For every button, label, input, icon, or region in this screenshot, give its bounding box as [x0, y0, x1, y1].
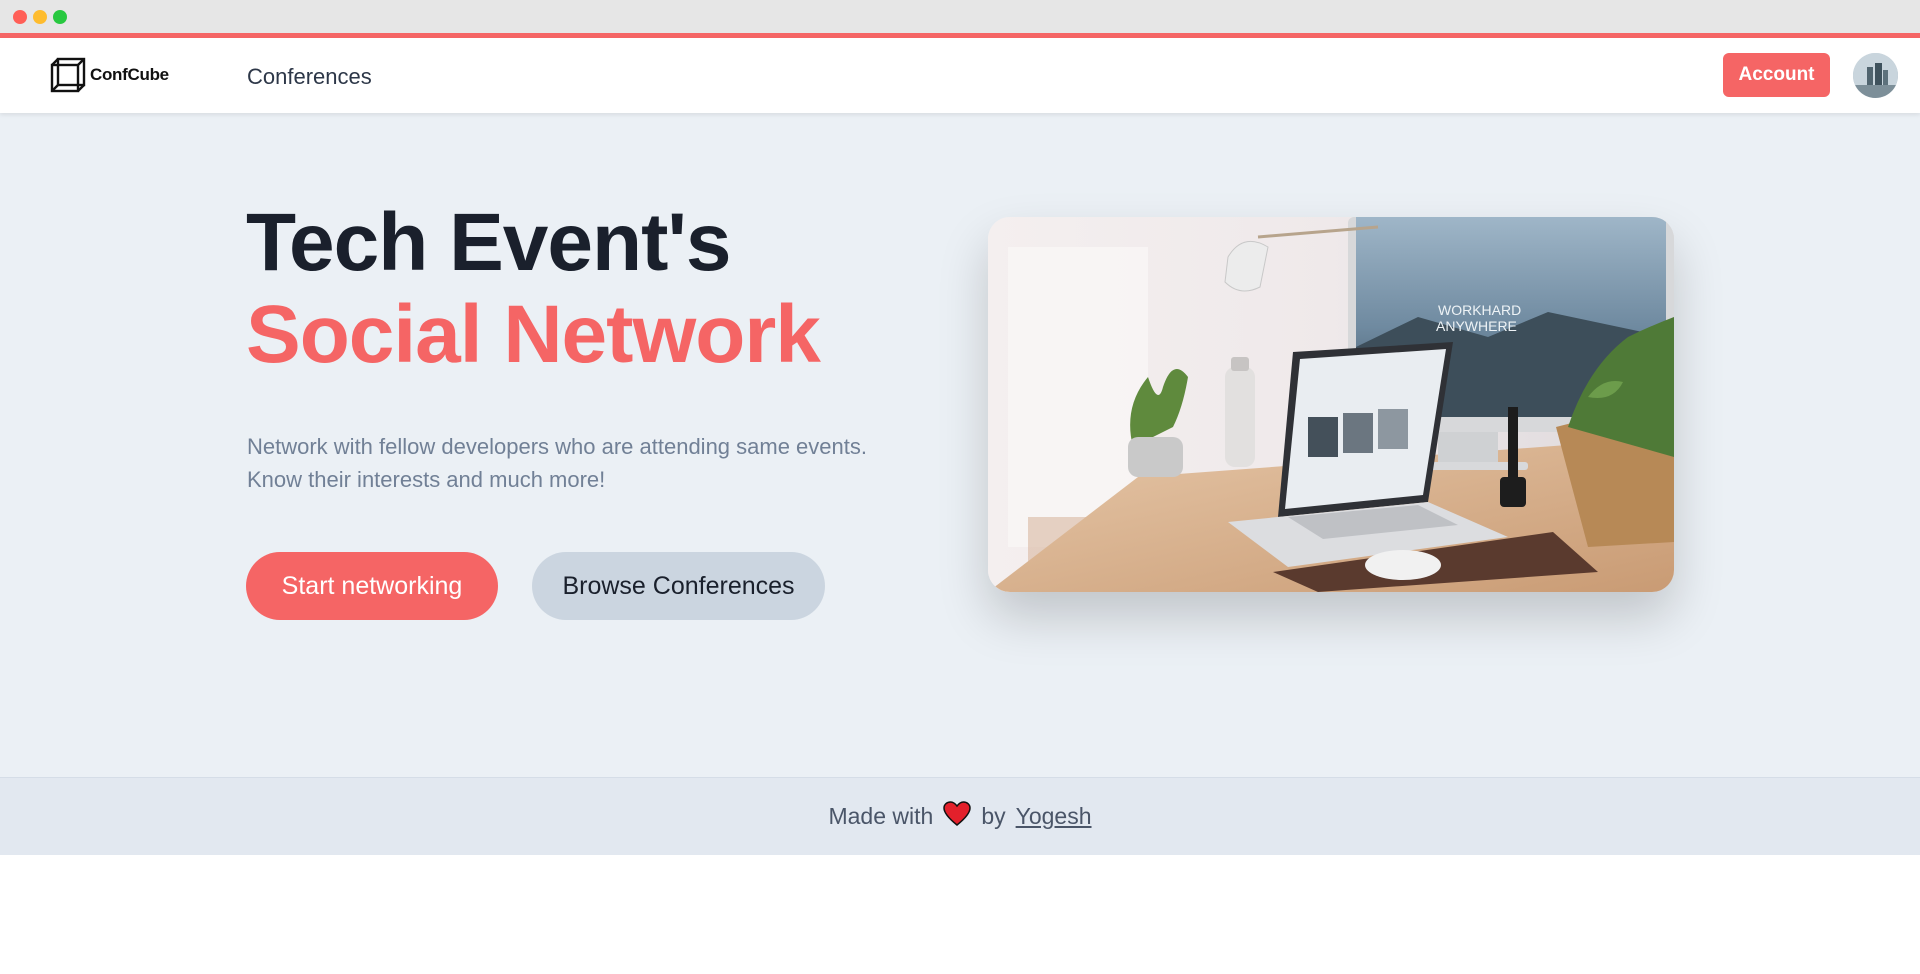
minimize-window-icon[interactable]	[33, 10, 47, 24]
account-button[interactable]: Account	[1723, 53, 1830, 97]
hero-title-line2: Social Network	[246, 289, 821, 380]
hero-subtitle: Network with fellow developers who are a…	[247, 430, 927, 496]
heart-icon	[943, 800, 972, 833]
footer-author-link[interactable]: Yogesh	[1016, 803, 1092, 830]
footer-by: by	[981, 803, 1006, 829]
hero-section: Tech Event's Social Network Network with…	[0, 113, 1920, 777]
hero-image: WORKHARD ANYWHERE	[988, 217, 1674, 592]
browse-conferences-button[interactable]: Browse Conferences	[532, 552, 825, 620]
footer-made-with: Made with	[828, 803, 934, 829]
cube-logo-icon	[50, 57, 86, 93]
logo-text: ConfCube	[90, 65, 169, 84]
hero-subtitle-line1: Network with fellow developers who are a…	[247, 434, 867, 459]
logo-link[interactable]: ConfCube	[50, 57, 169, 93]
desk-workspace-illustration: WORKHARD ANYWHERE	[988, 217, 1674, 592]
browser-chrome	[0, 0, 1920, 33]
close-window-icon[interactable]	[13, 10, 27, 24]
nav-link-conferences[interactable]: Conferences	[247, 64, 372, 90]
monitor-text-line2: ANYWHERE	[1436, 318, 1517, 334]
hero-title-line1: Tech Event's	[246, 197, 731, 288]
monitor-text-line1: WORKHARD	[1438, 302, 1521, 318]
hero-title: Tech Event's Social Network	[246, 197, 821, 381]
avatar[interactable]	[1853, 53, 1898, 98]
navbar: ConfCube Conferences Account	[0, 38, 1920, 113]
maximize-window-icon[interactable]	[53, 10, 67, 24]
start-networking-button[interactable]: Start networking	[246, 552, 498, 620]
page-bottom-blank	[0, 855, 1920, 974]
footer: Made with by Yogesh	[0, 777, 1920, 855]
avatar-photo-icon	[1853, 53, 1898, 98]
hero-subtitle-line2: Know their interests and much more!	[247, 467, 606, 492]
